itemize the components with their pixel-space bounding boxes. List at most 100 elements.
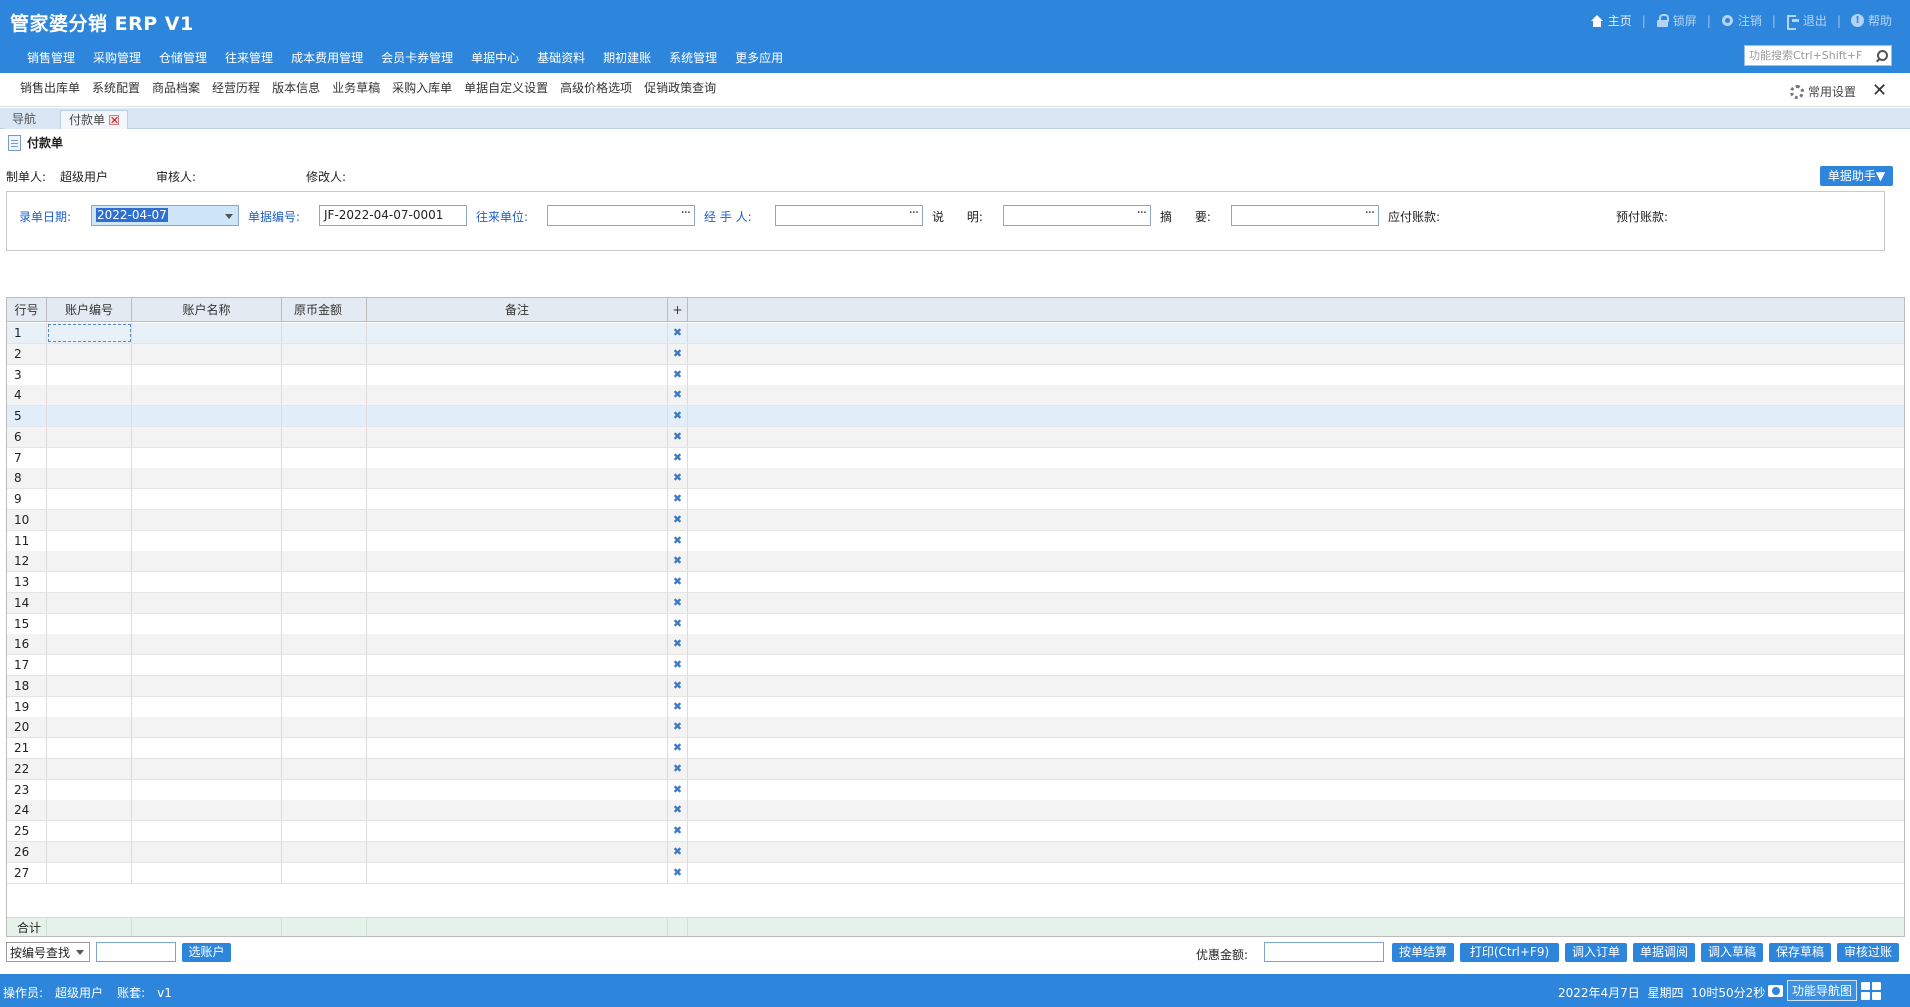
account-name-cell[interactable] [132, 821, 282, 841]
account-name-cell[interactable] [132, 509, 282, 530]
account-code-cell[interactable] [47, 385, 132, 406]
account-code-cell[interactable] [47, 364, 132, 385]
remark-cell[interactable] [367, 841, 668, 862]
shortcut-purchase-inbound[interactable]: 采购入库单 [386, 79, 458, 96]
remark-cell[interactable] [367, 717, 668, 738]
remark-cell[interactable] [367, 696, 668, 717]
lookup-mode-select[interactable]: 按编号查找 [6, 942, 90, 962]
table-row[interactable]: 26 ✖ [7, 841, 1904, 863]
save-draft-button[interactable]: 保存草稿 [1769, 943, 1831, 962]
amount-cell[interactable] [282, 489, 367, 509]
delete-row-icon[interactable]: ✖ [668, 447, 688, 468]
remark-cell[interactable] [367, 779, 668, 800]
table-row[interactable]: 24 ✖ [7, 800, 1904, 822]
amount-cell[interactable] [282, 675, 367, 696]
view-document-button[interactable]: 单据调阅 [1633, 943, 1695, 962]
col-account-name[interactable]: 账户名称 [132, 298, 282, 322]
table-row[interactable]: 2 ✖ [7, 343, 1904, 365]
remark-cell[interactable] [367, 862, 668, 883]
lock-screen-link[interactable]: 锁屏 [1656, 12, 1697, 29]
remark-cell[interactable] [367, 551, 668, 572]
remark-cell[interactable] [367, 406, 668, 426]
document-helper-button[interactable]: 单据助手▼ [1820, 166, 1893, 186]
menu-opening[interactable]: 期初建账 [594, 49, 660, 66]
account-code-cell[interactable] [47, 592, 132, 613]
account-code-cell[interactable] [47, 841, 132, 862]
audit-post-button[interactable]: 审核过账 [1837, 943, 1899, 962]
amount-cell[interactable] [282, 738, 367, 758]
delete-row-icon[interactable]: ✖ [668, 364, 688, 385]
account-code-cell[interactable] [47, 551, 132, 572]
amount-cell[interactable] [282, 364, 367, 385]
remark-cell[interactable] [367, 364, 668, 385]
account-name-cell[interactable] [132, 343, 282, 364]
print-button[interactable]: 打印(Ctrl+F9) [1460, 943, 1559, 962]
remark-cell[interactable] [367, 738, 668, 758]
amount-cell[interactable] [282, 655, 367, 675]
shortcut-drafts[interactable]: 业务草稿 [326, 79, 386, 96]
logout-link[interactable]: 注销 [1721, 12, 1762, 29]
menu-member[interactable]: 会员卡券管理 [372, 49, 462, 66]
delete-row-icon[interactable]: ✖ [668, 572, 688, 592]
account-code-cell[interactable] [47, 468, 132, 489]
handler-picker-icon[interactable]: ··· [909, 206, 919, 221]
close-icon[interactable]: ✕ [1872, 80, 1887, 101]
col-amount[interactable]: 原币金额 [282, 298, 367, 322]
account-name-cell[interactable] [132, 323, 282, 343]
amount-cell[interactable] [282, 509, 367, 530]
shortcut-sales-outbound[interactable]: 销售出库单 [14, 79, 86, 96]
amount-cell[interactable] [282, 468, 367, 489]
description-picker-icon[interactable]: ··· [1137, 206, 1147, 221]
account-name-cell[interactable] [132, 613, 282, 634]
account-name-cell[interactable] [132, 655, 282, 675]
amount-cell[interactable] [282, 385, 367, 406]
summary-input[interactable]: ··· [1231, 205, 1379, 226]
delete-row-icon[interactable]: ✖ [668, 738, 688, 758]
description-input[interactable]: ··· [1003, 205, 1151, 226]
remark-cell[interactable] [367, 655, 668, 675]
account-code-cell[interactable] [47, 634, 132, 655]
delete-row-icon[interactable]: ✖ [668, 551, 688, 572]
table-row[interactable]: 21 ✖ [7, 738, 1904, 759]
remark-cell[interactable] [367, 447, 668, 468]
account-name-cell[interactable] [132, 489, 282, 509]
partner-input[interactable]: ··· [547, 205, 695, 226]
table-row[interactable]: 22 ✖ [7, 758, 1904, 780]
amount-cell[interactable] [282, 323, 367, 343]
tab-close-icon[interactable] [109, 115, 120, 125]
account-name-cell[interactable] [132, 447, 282, 468]
menu-cost[interactable]: 成本费用管理 [282, 49, 372, 66]
account-name-cell[interactable] [132, 551, 282, 572]
shortcut-business-history[interactable]: 经营历程 [206, 79, 266, 96]
amount-cell[interactable] [282, 551, 367, 572]
table-row[interactable]: 3 ✖ [7, 364, 1904, 386]
account-code-cell[interactable] [47, 447, 132, 468]
function-search-input[interactable] [1745, 46, 1869, 65]
shortcut-promo-query[interactable]: 促销政策查询 [638, 79, 722, 96]
remark-cell[interactable] [367, 592, 668, 613]
delete-row-icon[interactable]: ✖ [668, 323, 688, 343]
table-row[interactable]: 4 ✖ [7, 385, 1904, 407]
common-settings-button[interactable]: 常用设置 [1790, 83, 1856, 100]
home-link[interactable]: 主页 [1590, 12, 1632, 29]
account-name-cell[interactable] [132, 800, 282, 821]
remark-cell[interactable] [367, 385, 668, 406]
table-row[interactable]: 12 ✖ [7, 551, 1904, 573]
account-code-cell[interactable] [47, 675, 132, 696]
delete-row-icon[interactable]: ✖ [668, 530, 688, 551]
account-code-cell[interactable] [47, 509, 132, 530]
menu-purchase[interactable]: 采购管理 [84, 49, 150, 66]
remark-cell[interactable] [367, 634, 668, 655]
table-row[interactable]: 11 ✖ [7, 530, 1904, 552]
amount-cell[interactable] [282, 717, 367, 738]
amount-cell[interactable] [282, 800, 367, 821]
amount-cell[interactable] [282, 634, 367, 655]
tab-navigation[interactable]: 导航 [4, 110, 60, 129]
delete-row-icon[interactable]: ✖ [668, 800, 688, 821]
account-code-cell[interactable] [47, 696, 132, 717]
import-order-button[interactable]: 调入订单 [1565, 943, 1627, 962]
table-row[interactable]: 18 ✖ [7, 675, 1904, 697]
table-row[interactable]: 13 ✖ [7, 572, 1904, 593]
docno-input[interactable]: JF-2022-04-07-0001 [319, 205, 467, 226]
delete-row-icon[interactable]: ✖ [668, 758, 688, 779]
